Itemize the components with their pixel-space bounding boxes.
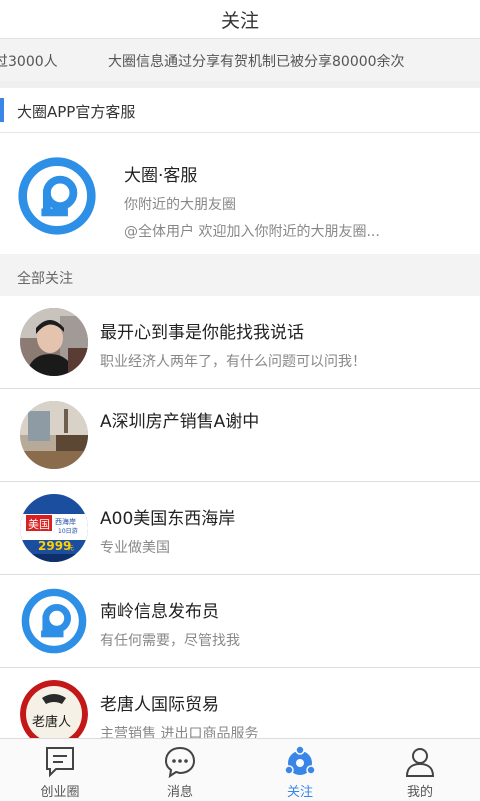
list-item[interactable]: 最开心到事是你能找我说话 职业经济人两年了，有什么问题可以问我！ bbox=[0, 296, 480, 390]
tab-mine[interactable]: 我的 bbox=[360, 739, 480, 801]
person-icon bbox=[405, 748, 435, 777]
official-service-section: 大圈APP官方客服 大圈·客服 你附近的大朋友圈 @全体用户 欢迎加入你附近的大… bbox=[0, 88, 480, 254]
announcement-ticker[interactable]: 过3000人 大圈信息通过分享有贺机制已被分享80000余次 bbox=[0, 39, 480, 81]
tab-follow[interactable]: 关注 bbox=[240, 739, 360, 801]
item-desc: 主营销售 进出口商品服务 bbox=[100, 726, 259, 738]
section-title: 大圈APP官方客服 bbox=[17, 103, 136, 121]
avatar-price-text: 2999 bbox=[38, 539, 71, 553]
item-desc: 职业经济人两年了，有什么问题可以问我！ bbox=[100, 354, 366, 370]
service-subtitle: 你附近的大朋友圈 bbox=[124, 197, 236, 213]
tab-label: 我的 bbox=[406, 785, 433, 800]
top-bar: 关注 bbox=[0, 0, 480, 39]
avatar-tag-text: 西海岸 bbox=[55, 517, 76, 526]
tab-label: 创业圈 bbox=[40, 785, 80, 800]
avatar bbox=[20, 308, 88, 376]
avatar bbox=[20, 401, 88, 469]
avatar-logo-text: 老唐人 bbox=[32, 714, 71, 730]
service-name: 大圈·客服 bbox=[124, 166, 198, 186]
list-item[interactable]: 美国 西海岸 10日游 2999 元 A00美国东西海岸 专业做美国 bbox=[0, 482, 480, 576]
section-title: 全部关注 bbox=[17, 271, 73, 287]
avatar: 美国 西海岸 10日游 2999 元 bbox=[20, 494, 88, 562]
item-name: 南岭信息发布员 bbox=[100, 602, 219, 622]
item-name: 最开心到事是你能找我说话 bbox=[100, 323, 304, 343]
avatar-country-text: 美国 bbox=[28, 518, 50, 531]
service-description: @全体用户 欢迎加入你附近的大朋友圈... bbox=[124, 224, 380, 240]
ticker-text: 过3000人 bbox=[0, 54, 58, 70]
list-item[interactable]: 南岭信息发布员 有任何需要，尽管找我 bbox=[0, 575, 480, 669]
item-desc: 有任何需要，尽管找我 bbox=[100, 633, 240, 649]
follow-nodes-icon bbox=[284, 745, 316, 775]
app-logo-icon bbox=[18, 157, 96, 235]
item-name: 老唐人国际贸易 bbox=[100, 695, 219, 715]
list-item[interactable]: 老唐人 老唐人国际贸易 主营销售 进出口商品服务 bbox=[0, 668, 480, 738]
page-title: 关注 bbox=[220, 9, 259, 32]
follow-list[interactable]: 最开心到事是你能找我说话 职业经济人两年了，有什么问题可以问我！ A深圳房产销售… bbox=[0, 296, 480, 738]
tab-label: 消息 bbox=[166, 785, 193, 800]
ticker-text: 大圈信息通过分享有贺机制已被分享80000余次 bbox=[108, 54, 405, 70]
chat-square-icon bbox=[46, 747, 74, 778]
service-card[interactable]: 大圈·客服 你附近的大朋友圈 @全体用户 欢迎加入你附近的大朋友圈... bbox=[0, 133, 480, 253]
tab-chuangye[interactable]: 创业圈 bbox=[0, 739, 120, 801]
list-item[interactable]: A深圳房产销售A谢中 bbox=[0, 389, 480, 483]
item-name: A00美国东西海岸 bbox=[100, 509, 236, 529]
tab-messages[interactable]: 消息 bbox=[120, 739, 240, 801]
item-desc: 专业做美国 bbox=[100, 540, 170, 556]
section-header: 大圈APP官方客服 bbox=[0, 88, 480, 133]
tab-label: 关注 bbox=[286, 785, 313, 800]
bottom-tab-bar: 创业圈 消息 关注 我的 bbox=[0, 738, 480, 801]
avatar-days-text: 10日游 bbox=[58, 527, 78, 535]
app-logo-icon bbox=[21, 588, 87, 654]
section-accent-bar bbox=[0, 98, 4, 122]
item-name: A深圳房产销售A谢中 bbox=[100, 412, 260, 432]
message-bubble-icon bbox=[164, 746, 196, 779]
all-follow-header: 全部关注 bbox=[0, 254, 480, 296]
avatar-unit-text: 元 bbox=[68, 545, 74, 552]
avatar: 老唐人 bbox=[20, 680, 88, 738]
